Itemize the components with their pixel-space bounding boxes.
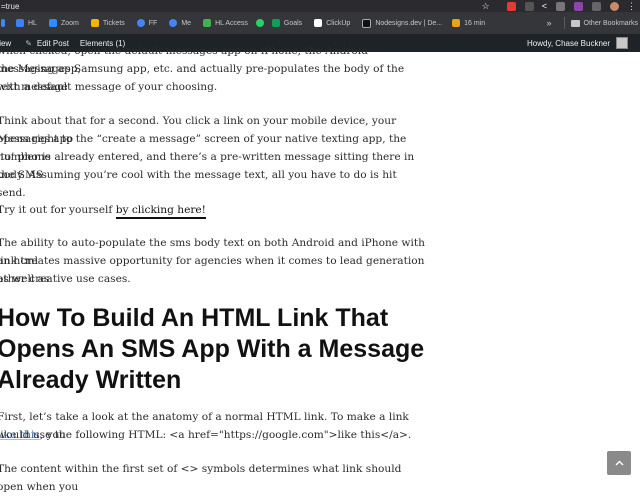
menu-dots-icon[interactable]: ⋮ [627,1,636,12]
url-text[interactable]: =true [0,2,19,11]
bookmark-favicon-icon [452,19,461,27]
bookmark-label: ClickUp [326,19,351,27]
extension-icon[interactable]: < [542,1,547,11]
paragraph-line: other creative use cases. [0,273,131,285]
bookmark-label: HL [28,19,37,27]
try-it-paragraph: Try it out for yourself by clicking here… [0,201,427,219]
bookmark-label: Me [181,19,192,27]
paragraph-line: with a default message of your choosing. [0,81,218,93]
bookmark-item[interactable]: ClickUp [314,19,350,27]
heading-line: How To Build An HTML Link That [0,304,389,332]
bookmark-label: FF [148,19,158,27]
bookmark-item[interactable]: Tickets [90,19,125,27]
paragraph-text: Try it out for yourself [0,204,116,216]
paragraph-line: would use the following HTML: <a href="h… [0,429,412,441]
bookmark-favicon-icon [136,19,145,27]
profile-avatar-icon[interactable] [610,1,619,11]
bookmark-item[interactable]: Nodesigns.dev | De... [362,18,443,28]
extension-icon[interactable] [524,1,534,11]
bookmark-favicon-icon [169,19,178,27]
extension-icon[interactable] [506,1,516,11]
bookmark-item[interactable]: Me [169,19,191,27]
chevron-up-icon [615,458,624,469]
try-it-link[interactable]: by clicking here! [115,204,206,219]
paragraph-line: body. Assuming you’re cool with the mess… [0,169,397,200]
bookmark-favicon-icon [203,19,212,27]
whatsapp-icon [255,19,264,27]
heading-line: Opens An SMS App With a Message [0,335,425,363]
user-avatar [616,37,628,49]
bookmark-item[interactable] [255,19,268,27]
bookmark-star-icon[interactable]: ☆ [482,1,490,12]
paragraph-text: First, let’s take a look at the anatomy … [0,411,409,423]
bookmark-favicon-icon [48,19,57,27]
admin-bar-account[interactable]: Howdy, Chase Buckner [527,34,640,52]
bookmark-item[interactable]: HL Access [203,19,248,27]
bookmark-label: Zoom [60,19,79,27]
bookmark-item[interactable]: FF [136,19,158,27]
extension-icon[interactable] [556,1,565,11]
bookmark-label: HL Access [215,19,248,27]
extensions-puzzle-icon[interactable] [592,1,601,11]
heading-line: Already Written [0,366,182,394]
browser-address-bar[interactable]: =true ☆ < ⋮ [0,0,640,12]
scroll-to-top-button[interactable] [607,451,631,475]
bookmark-favicon-icon [90,19,99,27]
bookmark-item[interactable]: HL [16,19,37,27]
bookmark-label: Tickets [102,19,125,27]
bookmarks-bar: HL Zoom Tickets FF Me HL Access Goals Cl… [0,12,640,34]
bookmark-favicon-icon [1,19,5,27]
bookmark-favicon-icon [314,19,323,27]
folder-icon [570,19,580,27]
bookmark-item[interactable]: Zoom [48,19,79,27]
extension-icon[interactable] [574,1,583,11]
bookmark-label: 16 min [464,19,486,27]
bookmark-favicon-icon [16,19,24,27]
more-bookmarks-chevron-icon[interactable]: » [547,18,552,28]
bookmark-label: Goals [283,19,303,27]
section-heading: How To Build An HTML Link That Opens An … [0,303,427,396]
paragraph-line: The content within the first set of <> s… [0,463,402,494]
bookmark-favicon-icon [271,19,280,27]
other-bookmarks-button[interactable]: Other Bookmarks [584,20,638,27]
bookmark-favicon-icon [362,18,372,28]
browser-toolbar-actions: ☆ < ⋮ [482,0,640,12]
bookmark-label: Nodesigns.dev | De... [375,19,443,27]
bookmark-item[interactable]: 16 min [452,19,485,27]
bookmark-item[interactable] [1,19,9,27]
howdy-user-label: Howdy, Chase Buckner [527,38,610,48]
bookmark-item[interactable]: Goals [271,19,303,27]
other-bookmarks-group: » Other Bookmarks [546,12,640,34]
bookmarks-divider [563,17,565,29]
